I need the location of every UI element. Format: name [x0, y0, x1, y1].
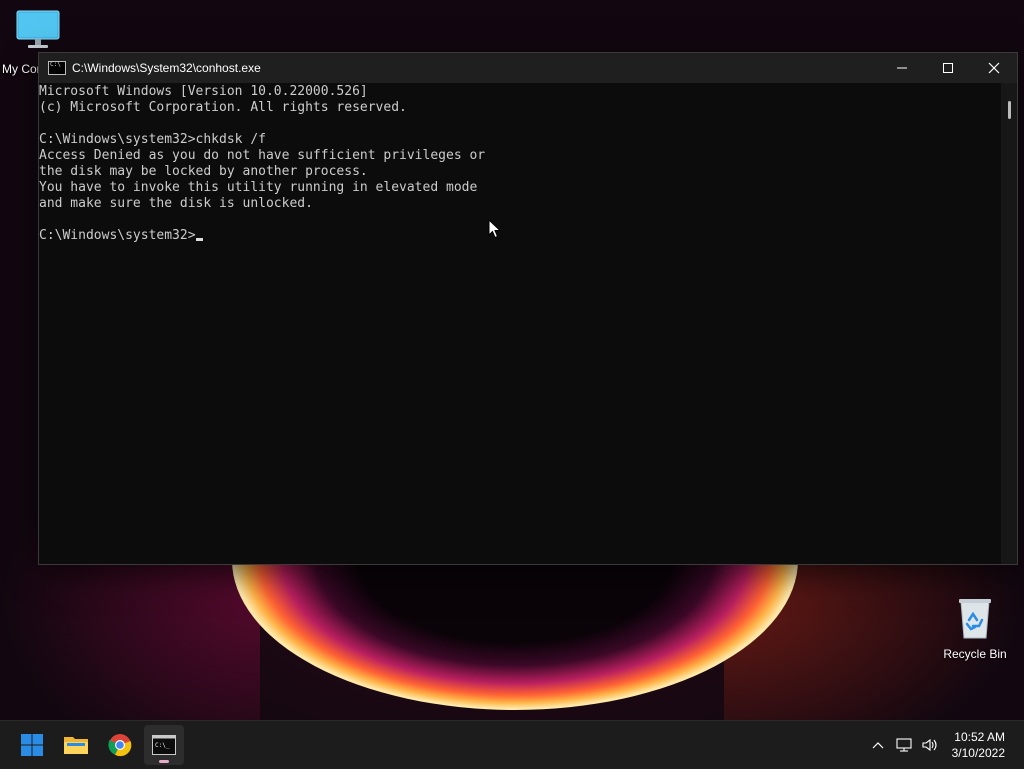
desktop-icon-label: Recycle Bin: [943, 647, 1007, 661]
windows-logo-icon: [21, 734, 43, 756]
system-tray: 10:52 AM 3/10/2022: [864, 729, 1024, 761]
console-line: (c) Microsoft Corporation. All rights re…: [39, 100, 407, 115]
close-button[interactable]: [971, 53, 1017, 83]
scrollbar-thumb[interactable]: [1008, 101, 1011, 119]
close-icon: [988, 62, 1000, 74]
folder-icon: [64, 737, 88, 754]
wallpaper-bloom: [232, 560, 798, 710]
console-line: Microsoft Windows [Version 10.0.22000.52…: [39, 84, 368, 99]
start-button[interactable]: [12, 725, 52, 765]
console-line: Access Denied as you do not have suffici…: [39, 148, 486, 163]
maximize-button[interactable]: [925, 53, 971, 83]
chrome-icon: [108, 734, 132, 757]
monitor-icon: [16, 10, 60, 48]
console-line: You have to invoke this utility running …: [39, 180, 478, 195]
console-line: and make sure the disk is unlocked.: [39, 196, 313, 211]
speaker-icon: [922, 738, 937, 752]
window-title: C:\Windows\System32\conhost.exe: [72, 61, 261, 75]
terminal-icon: C:\_: [152, 735, 176, 755]
console-window[interactable]: C:\Windows\System32\conhost.exe Microsof…: [38, 52, 1018, 565]
desktop-icon-my-computer[interactable]: My Computer: [0, 10, 76, 76]
minimize-icon: [897, 67, 907, 69]
taskbar-clock[interactable]: 10:52 AM 3/10/2022: [952, 729, 1005, 761]
text-cursor: [195, 238, 203, 241]
minimize-button[interactable]: [879, 53, 925, 83]
taskbar-command-prompt[interactable]: C:\_: [144, 725, 184, 765]
svg-text:C:\_: C:\_: [155, 742, 170, 749]
taskbar-chrome[interactable]: [100, 725, 140, 765]
clock-time: 10:52 AM: [954, 730, 1005, 744]
recycle-bin-icon: [959, 599, 991, 639]
console-prompt-line[interactable]: C:\Windows\system32>: [39, 228, 1001, 244]
title-bar[interactable]: C:\Windows\System32\conhost.exe: [39, 53, 1017, 83]
console-app-icon: [48, 61, 66, 75]
show-hidden-icons-button[interactable]: [866, 733, 890, 757]
active-app-indicator: [159, 760, 169, 763]
console-line: C:\Windows\system32>chkdsk /f: [39, 132, 266, 147]
maximize-icon: [943, 63, 953, 73]
vertical-scrollbar[interactable]: [1001, 83, 1017, 564]
chevron-up-icon: [872, 742, 884, 749]
clock-date: 3/10/2022: [951, 746, 1005, 760]
console-line: the disk may be locked by another proces…: [39, 164, 368, 179]
taskbar-file-explorer[interactable]: [56, 725, 96, 765]
mouse-pointer-icon: [488, 219, 502, 239]
console-output[interactable]: Microsoft Windows [Version 10.0.22000.52…: [39, 83, 1001, 564]
taskbar: C:\_ 10:52 AM 3/10/2022: [0, 720, 1024, 769]
network-icon: [896, 738, 912, 752]
console-prompt: C:\Windows\system32>: [39, 228, 196, 243]
network-button[interactable]: [892, 733, 916, 757]
volume-button[interactable]: [918, 733, 942, 757]
desktop-icon-recycle-bin[interactable]: Recycle Bin: [937, 596, 1013, 661]
